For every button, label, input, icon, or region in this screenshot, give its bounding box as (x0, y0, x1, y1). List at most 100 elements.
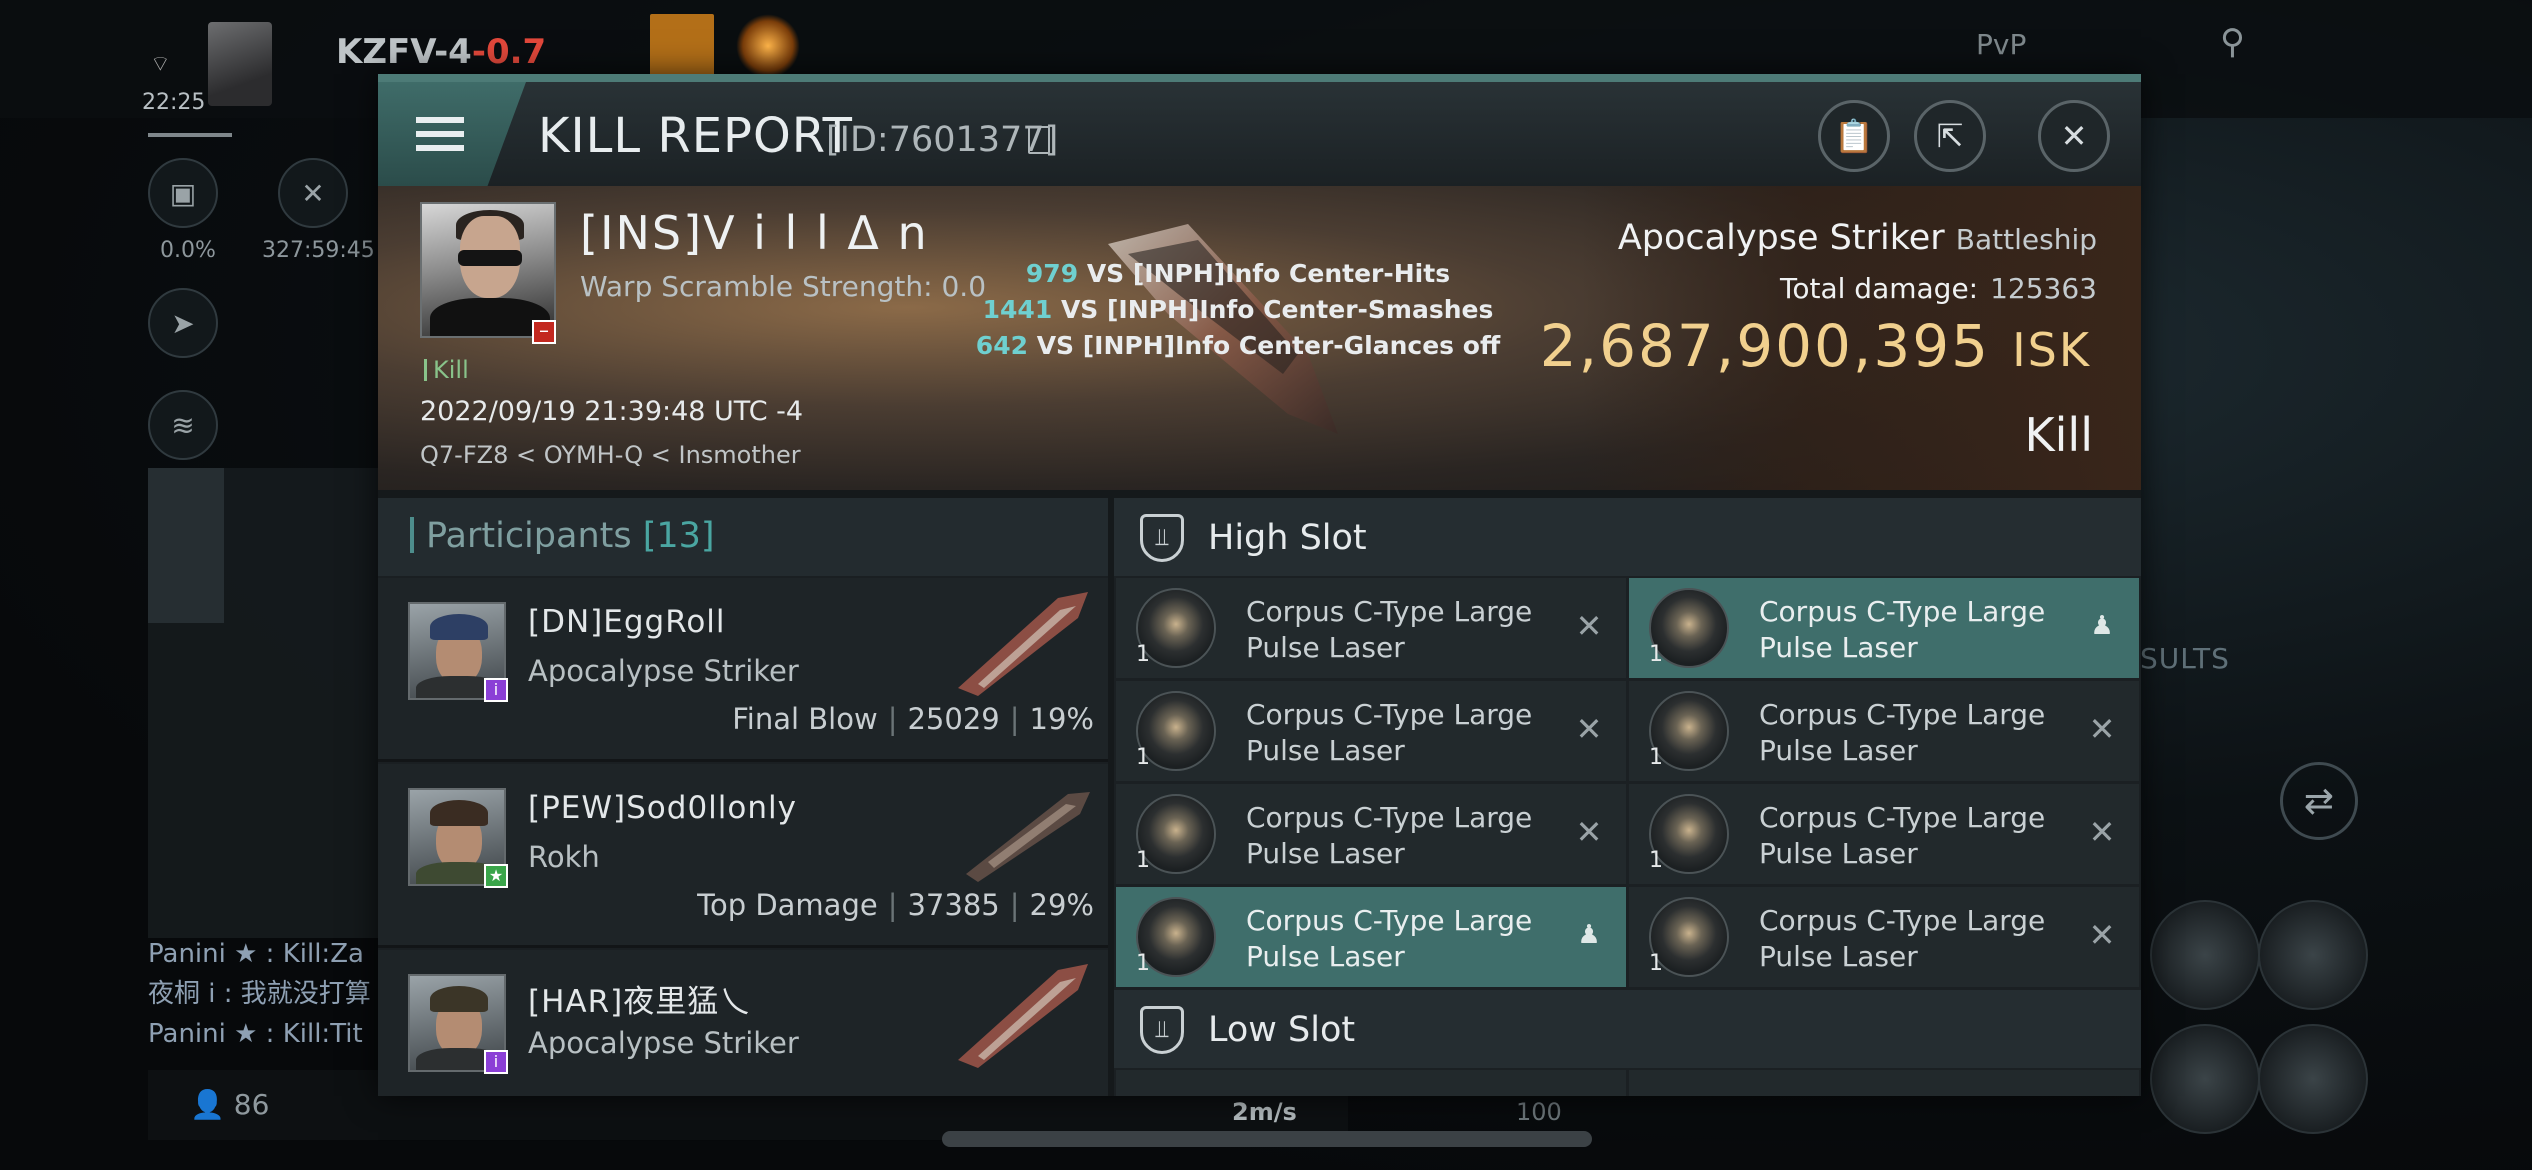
share-button[interactable]: ⇱ (1914, 100, 1986, 172)
participant-ship: Rokh (528, 840, 600, 874)
victim-name[interactable]: [INS]V i l l Δ n (580, 206, 929, 260)
participant-ship: Apocalypse Striker (528, 654, 799, 688)
hostile-badge-icon: – (532, 320, 556, 344)
kill-report-window: KILL REPORT [ID:7601377] 📋 ⇱ ✕ – [INS]V … (378, 74, 2141, 1096)
report-id: [ID:7601377] (826, 120, 1059, 160)
filter-icon[interactable]: ⚲ (2220, 22, 2245, 62)
low-slot-header: ⫫ Low Slot (1114, 990, 2141, 1068)
speed-max: 100 (1516, 1098, 1562, 1126)
destroyed-icon: ✕ (1575, 813, 1603, 851)
wifi-icon: ⌔ (150, 52, 171, 77)
isk-value: 2,687,900,395 ISK (1539, 312, 2091, 380)
online-count[interactable]: 👤 86 (190, 1088, 269, 1121)
navigate-icon[interactable]: ➤ (148, 288, 218, 358)
layers-icon[interactable]: ≋ (148, 390, 218, 460)
participants-panel: Participants [13] i [DN]EggRoll Apocalyp… (378, 498, 1108, 1096)
hamburger-icon (416, 131, 464, 137)
clock-time: 22:25 (142, 90, 206, 115)
module-name: Corpus C-Type Large Pulse Laser (1759, 801, 2046, 870)
module-quantity: 1 (1136, 848, 1150, 873)
module-quantity: 1 (1649, 951, 1663, 976)
close-button[interactable]: ✕ (2038, 100, 2110, 172)
hud-divider (148, 133, 232, 137)
menu-button[interactable] (378, 82, 526, 186)
warp-scramble-strength: Warp Scramble Strength: 0.0 (580, 270, 987, 303)
chat-line: Panini ★ : Kill:Za (148, 939, 364, 969)
victim-ship-name[interactable]: Apocalypse Striker Battleship (1618, 218, 2097, 258)
close-icon: ✕ (2060, 117, 2088, 155)
victim-portrait[interactable] (420, 202, 556, 338)
chat-feed[interactable]: Panini ★ : Kill:Za 夜桐 i : 我就没打算 Panini ★… (148, 934, 388, 1054)
hit-line: 642 VS [INPH]Info Center-Glances off (975, 331, 1501, 360)
high-slot-header: ⫫ High Slot (1114, 498, 2141, 576)
module-quantity: 1 (1136, 745, 1150, 770)
module-item[interactable]: 1 Corpus C-Type Large Pulse Laser ✕ (1116, 784, 1626, 884)
kill-datetime: 2022/09/19 21:39:48 UTC -4 (420, 396, 804, 427)
module-item[interactable]: 1 Corpus C-Type Large Pulse Laser ♟ (1116, 887, 1626, 987)
star-badge-icon: ★ (484, 864, 508, 888)
copy-icon[interactable] (1028, 126, 1050, 154)
module-name: Corpus C-Type Large Pulse Laser (1246, 904, 1533, 973)
participant-ship-image (966, 792, 1090, 882)
kill-location[interactable]: Q7-FZ8 < OYMH-Q < Insmother (420, 441, 801, 469)
share-icon: ⇱ (1936, 117, 1964, 155)
destroyed-icon: ✕ (2088, 916, 2116, 954)
module-name: Corpus C-Type Large Pulse Laser (1759, 698, 2046, 767)
participant-name: [PEW]Sod0llonly (528, 790, 797, 826)
module-name: Corpus C-Type Large Pulse Laser (1759, 595, 2046, 664)
event-icon[interactable] (650, 14, 714, 78)
cargo-icon[interactable]: ▣ (148, 158, 218, 228)
module-item[interactable]: 1 Corpus C-Type Large Pulse Laser ✕ (1116, 578, 1626, 678)
high-slot-title: High Slot (1208, 518, 1367, 558)
destroyed-icon: ✕ (1575, 607, 1603, 645)
module-quantity: 1 (1136, 951, 1150, 976)
fittings-panel: ⫫ High Slot 1 Corpus C-Type Large Pulse … (1114, 498, 2141, 1096)
participant-ship-image (958, 592, 1088, 696)
participant-row[interactable]: i [DN]EggRoll Apocalypse Striker Final B… (378, 578, 1108, 762)
speed-readout: 2m/s (1232, 1098, 1297, 1126)
module-slot[interactable] (2258, 900, 2368, 1010)
victim-header: – [INS]V i l l Δ n Warp Scramble Strengt… (378, 186, 2141, 490)
current-system[interactable]: KZFV-4-0.7 (336, 32, 546, 72)
participant-ship: Apocalypse Striker (528, 1026, 799, 1060)
sun-icon[interactable] (736, 14, 800, 78)
participant-ship-image (958, 964, 1088, 1068)
window-title: KILL REPORT (538, 108, 853, 164)
clipboard-icon: 📋 (1834, 117, 1874, 155)
kill-result: Kill (2024, 408, 2093, 462)
module-item[interactable]: 1 Corpus C-Type Large Pulse Laser ✕ (1629, 887, 2139, 987)
info-badge-icon: i (484, 1050, 508, 1074)
module-item[interactable] (1116, 1070, 1626, 1096)
high-slot-icon: ⫫ (1140, 514, 1184, 562)
module-quantity: 1 (1649, 745, 1663, 770)
hit-line: 1441 VS [INPH]Info Center-Smashes (982, 295, 1494, 324)
swap-icon[interactable]: ⇄ (2280, 762, 2358, 840)
destroyed-icon: ✕ (2088, 813, 2116, 851)
module-name: Corpus C-Type Large Pulse Laser (1759, 904, 2046, 973)
history-tab[interactable] (148, 468, 224, 623)
low-slot-icon: ⫫ (1140, 1006, 1184, 1054)
module-item[interactable] (1629, 1070, 2139, 1096)
participant-row[interactable]: ★ [PEW]Sod0llonly Rokh Top Damage | 37385 |… (378, 764, 1108, 948)
kill-report-titlebar: KILL REPORT [ID:7601377] 📋 ⇱ ✕ (378, 82, 2141, 186)
participant-name: [HAR]夜里猛乀 (528, 984, 752, 1020)
module-item[interactable]: 1 Corpus C-Type Large Pulse Laser ✕ (1629, 681, 2139, 781)
home-indicator (942, 1131, 1592, 1147)
destroyed-icon: ✕ (1575, 710, 1603, 748)
module-slot[interactable] (2150, 900, 2260, 1010)
module-item[interactable]: 1 Corpus C-Type Large Pulse Laser ✕ (1629, 784, 2139, 884)
clipboard-button[interactable]: 📋 (1818, 100, 1890, 172)
participant-row[interactable]: i [HAR]夜里猛乀 Apocalypse Striker (378, 950, 1108, 1096)
dna-icon[interactable]: ✕ (278, 158, 348, 228)
hit-line: 979 VS [INPH]Info Center-Hits (1025, 259, 1451, 288)
total-damage: Total damage: 125363 (1780, 272, 2097, 305)
module-name: Corpus C-Type Large Pulse Laser (1246, 698, 1533, 767)
destroyed-icon: ✕ (2088, 710, 2116, 748)
pvp-filter-label[interactable]: PvP (1976, 28, 2026, 61)
module-slot[interactable] (2150, 1024, 2260, 1134)
module-item[interactable]: 1 Corpus C-Type Large Pulse Laser ♟ (1629, 578, 2139, 678)
pilot-avatar[interactable] (208, 22, 272, 106)
chat-line: Panini ★ : Kill:Tit (148, 1019, 363, 1049)
module-item[interactable]: 1 Corpus C-Type Large Pulse Laser ✕ (1116, 681, 1626, 781)
module-slot[interactable] (2258, 1024, 2368, 1134)
